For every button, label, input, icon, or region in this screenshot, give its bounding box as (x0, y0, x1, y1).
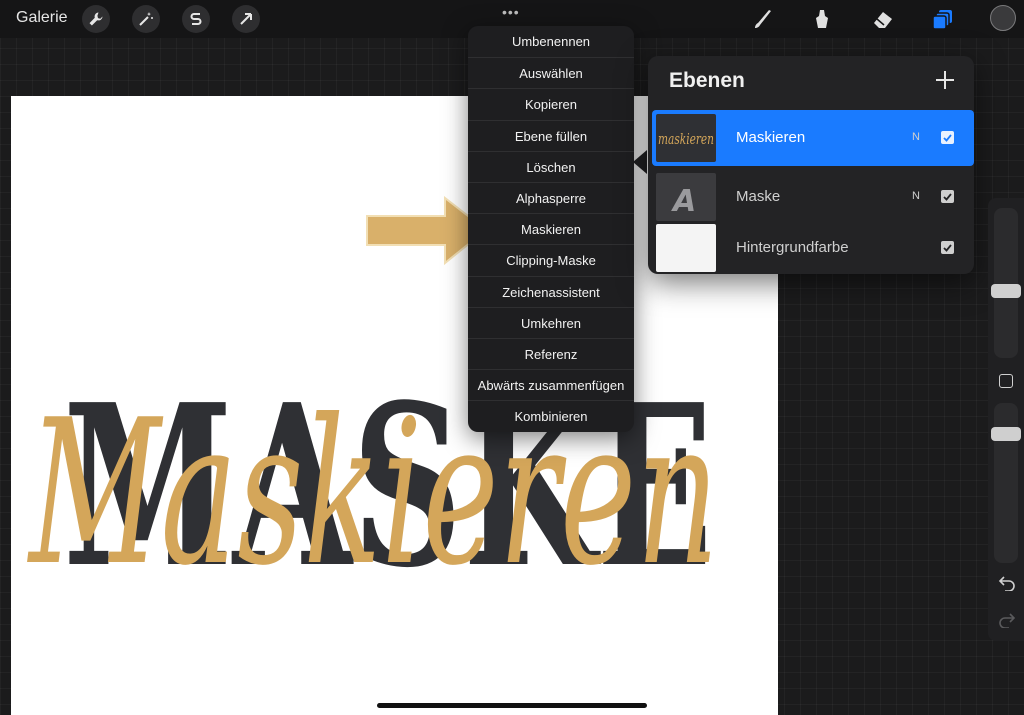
menu-item-ebene-füllen[interactable]: Ebene füllen (468, 119, 634, 151)
brush-size-slider[interactable] (991, 208, 1021, 358)
layer-row-maske[interactable]: A Maske N (652, 169, 974, 225)
menu-item-umbenennen[interactable]: Umbenennen (468, 26, 634, 57)
opacity-thumb[interactable] (991, 427, 1021, 441)
plus-icon[interactable] (934, 69, 956, 91)
layers-icon[interactable] (930, 6, 956, 32)
menu-item-maskieren[interactable]: Maskieren (468, 213, 634, 244)
menu-caret (633, 150, 647, 174)
eraser-icon[interactable] (870, 6, 896, 32)
smudge-icon[interactable] (810, 6, 836, 32)
opacity-slider[interactable] (991, 403, 1021, 563)
menu-item-clipping-maske[interactable]: Clipping-Maske (468, 244, 634, 275)
wrench-icon[interactable] (82, 5, 110, 33)
brush-icon[interactable] (750, 6, 776, 32)
layer-visibility-checkbox[interactable] (941, 131, 954, 144)
layer-thumbnail (656, 224, 716, 272)
side-toolbar (988, 198, 1024, 641)
layer-thumbnail: A (656, 173, 716, 221)
menu-item-auswählen[interactable]: Auswählen (468, 57, 634, 88)
menu-item-referenz[interactable]: Referenz (468, 337, 634, 369)
layer-name: Maske (736, 188, 781, 205)
svg-text:maskieren: maskieren (658, 130, 714, 148)
svg-text:A: A (671, 184, 696, 219)
menu-item-kopieren[interactable]: Kopieren (468, 88, 634, 119)
menu-item-alphasperre[interactable]: Alphasperre (468, 181, 634, 213)
selection-s-icon[interactable] (182, 5, 210, 33)
layer-blend-mode[interactable]: N (912, 131, 920, 143)
menu-item-löschen[interactable]: Löschen (468, 150, 634, 182)
home-indicator (377, 703, 647, 708)
layer-context-menu: Umbenennen Auswählen Kopieren Ebene füllen L… (468, 26, 634, 432)
layers-panel-title: Ebenen (669, 69, 745, 92)
layer-blend-mode[interactable]: N (912, 190, 920, 202)
menu-item-umkehren[interactable]: Umkehren (468, 306, 634, 338)
menu-item-abwärts-zusammenfügen[interactable]: Abwärts zusammenfügen (468, 369, 634, 400)
undo-icon[interactable] (998, 575, 1016, 591)
modify-button[interactable] (999, 374, 1013, 388)
layer-visibility-checkbox[interactable] (941, 190, 954, 203)
layers-panel: Ebenen maskieren Maskieren N A Maske N H… (648, 56, 974, 274)
layer-name: Hintergrundfarbe (736, 239, 849, 256)
color-picker-button[interactable] (990, 5, 1016, 31)
menu-item-zeichenassistent[interactable]: Zeichenassistent (468, 275, 634, 307)
layer-row-maskieren[interactable]: maskieren Maskieren N (652, 110, 974, 166)
layer-name: Maskieren (736, 129, 806, 146)
layer-visibility-checkbox[interactable] (941, 241, 954, 254)
menu-item-kombinieren[interactable]: Kombinieren (468, 400, 634, 431)
brush-size-thumb[interactable] (991, 283, 1021, 298)
redo-icon[interactable] (998, 612, 1016, 628)
layer-row-hintergrundfarbe[interactable]: Hintergrundfarbe (652, 220, 974, 276)
gallery-button[interactable]: Galerie (16, 9, 68, 27)
layer-thumbnail: maskieren (656, 114, 716, 162)
more-options-icon[interactable]: ••• (502, 4, 520, 20)
magic-wand-icon[interactable] (132, 5, 160, 33)
arrow-transform-icon[interactable] (232, 5, 260, 33)
